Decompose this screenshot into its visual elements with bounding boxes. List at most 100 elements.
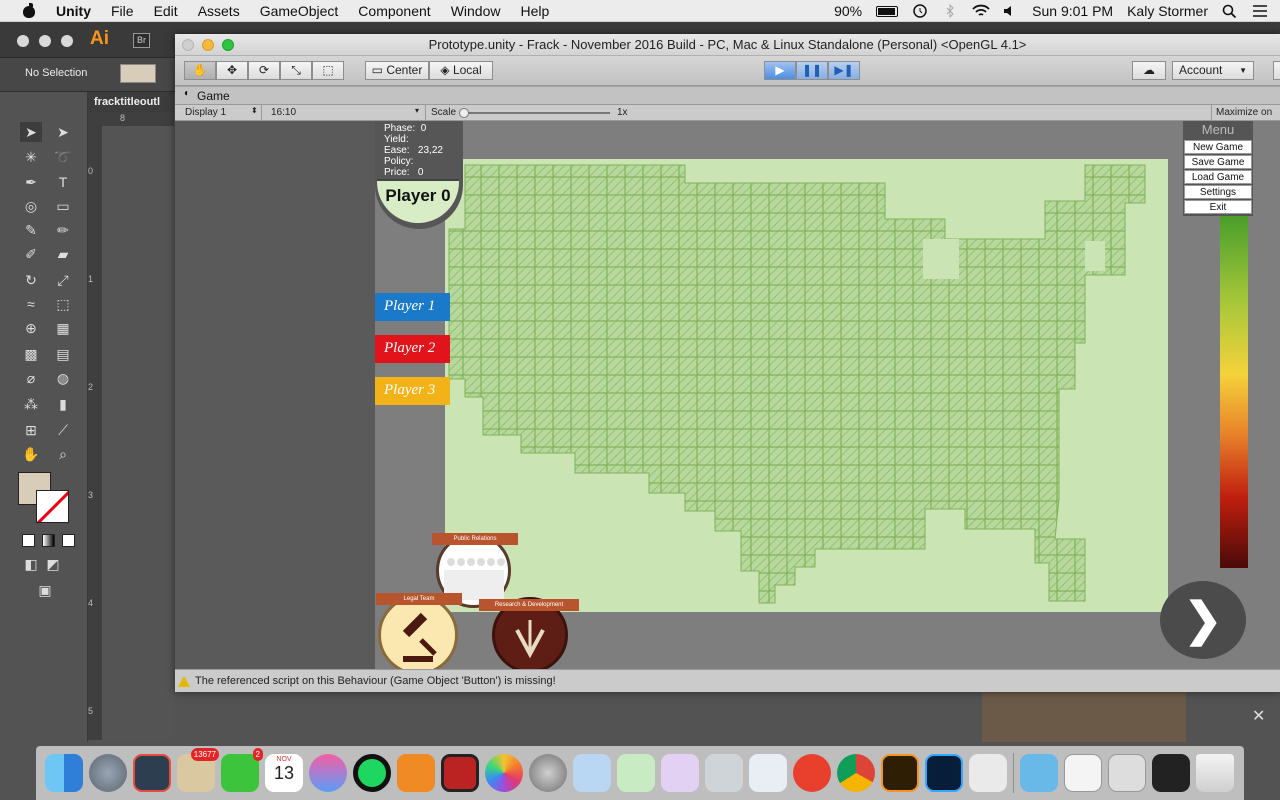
system-preferences-icon[interactable] bbox=[529, 754, 567, 792]
ai-minimize-button[interactable] bbox=[39, 35, 51, 47]
width-tool-icon[interactable]: ≈ bbox=[20, 294, 42, 314]
illustrator-canvas[interactable] bbox=[102, 126, 174, 740]
wifi-icon[interactable] bbox=[972, 4, 990, 18]
rotate-tool-button[interactable]: ⟳ bbox=[248, 61, 280, 80]
excel-app-icon[interactable] bbox=[617, 754, 655, 792]
maximize-on-play-toggle[interactable]: Maximize on bbox=[1216, 107, 1272, 118]
shape-builder-tool-icon[interactable]: ⊕ bbox=[20, 318, 42, 338]
menu-file[interactable]: File bbox=[111, 3, 134, 19]
color-mode-icon[interactable] bbox=[22, 534, 35, 547]
load-game-button[interactable]: Load Game bbox=[1184, 170, 1252, 184]
rectangle-tool-icon[interactable]: ▭ bbox=[52, 196, 74, 216]
chrome-icon[interactable] bbox=[837, 754, 875, 792]
play-button[interactable]: ▶ bbox=[764, 61, 796, 80]
type-tool-icon[interactable]: T bbox=[52, 172, 74, 192]
step-button[interactable]: ▶❚ bbox=[828, 61, 860, 80]
user-name[interactable]: Kaly Stormer bbox=[1127, 3, 1208, 19]
ellipse-tool-icon[interactable]: ◎ bbox=[20, 196, 42, 216]
menu-window[interactable]: Window bbox=[451, 3, 501, 19]
collab-button[interactable]: ☁ bbox=[1132, 61, 1166, 80]
settings-button[interactable]: Settings bbox=[1184, 185, 1252, 199]
volume-icon[interactable] bbox=[1002, 4, 1018, 18]
bridge-button[interactable]: Br bbox=[133, 33, 150, 48]
move-tool-button[interactable]: ✥ bbox=[216, 61, 248, 80]
mail-icon[interactable]: 13677 bbox=[177, 748, 219, 792]
font-app-icon[interactable] bbox=[705, 754, 743, 792]
menu-assets[interactable]: Assets bbox=[198, 3, 240, 19]
us-map[interactable] bbox=[445, 159, 1168, 612]
preview-icon[interactable] bbox=[749, 754, 787, 792]
clock[interactable]: Sun 9:01 PM bbox=[1032, 3, 1113, 19]
photoshop-dock-icon[interactable] bbox=[925, 754, 963, 792]
perspective-grid-tool-icon[interactable]: ▦ bbox=[52, 318, 74, 338]
scale-slider-thumb[interactable] bbox=[459, 108, 469, 118]
next-turn-button[interactable]: ❯ bbox=[1160, 581, 1246, 659]
screen-mode-icon[interactable]: ▣ bbox=[34, 580, 56, 600]
unity-zoom-button[interactable] bbox=[222, 39, 234, 51]
paintbrush-tool-icon[interactable]: ✎ bbox=[20, 220, 42, 240]
pause-button[interactable]: ❚❚ bbox=[796, 61, 828, 80]
vivaldi-icon[interactable] bbox=[793, 754, 831, 792]
blob-brush-tool-icon[interactable]: ✐ bbox=[20, 244, 42, 264]
player-2-flag[interactable]: Player 2 bbox=[375, 335, 450, 363]
unity-dock-icon[interactable] bbox=[969, 754, 1007, 792]
exit-button[interactable]: Exit bbox=[1184, 200, 1252, 214]
blend-tool-icon[interactable]: ◍ bbox=[52, 368, 74, 388]
spotify-icon[interactable] bbox=[353, 754, 391, 792]
lasso-tool-icon[interactable]: ➰ bbox=[52, 147, 74, 167]
symbol-sprayer-tool-icon[interactable]: ⁂ bbox=[20, 394, 42, 414]
layers-dropdown[interactable] bbox=[1273, 61, 1280, 80]
hand-tool-button[interactable]: ✋ bbox=[184, 61, 216, 80]
aspect-dropdown[interactable]: 16:10 bbox=[271, 107, 296, 118]
finder-icon[interactable] bbox=[45, 754, 83, 792]
direct-selection-tool-icon[interactable]: ➤ bbox=[52, 122, 74, 142]
close-panel-icon[interactable]: ✕ bbox=[1252, 706, 1265, 726]
magic-wand-tool-icon[interactable]: ✳ bbox=[20, 147, 42, 167]
menu-component[interactable]: Component bbox=[358, 3, 430, 19]
photos-icon[interactable] bbox=[485, 754, 523, 792]
battery-icon[interactable] bbox=[876, 5, 899, 17]
ai-close-button[interactable] bbox=[17, 35, 29, 47]
mesh-tool-icon[interactable]: ▩ bbox=[20, 344, 42, 364]
gradient-mode-icon[interactable] bbox=[42, 534, 55, 547]
itunes-icon[interactable] bbox=[309, 754, 347, 792]
onenote-app-icon[interactable] bbox=[661, 754, 699, 792]
eyedropper-tool-icon[interactable]: ⌀ bbox=[20, 368, 42, 388]
draw-behind-icon[interactable]: ◩ bbox=[42, 554, 64, 574]
calendar-icon[interactable]: NOV 13 bbox=[265, 754, 303, 792]
pen-tool-icon[interactable]: ✒ bbox=[20, 172, 42, 192]
eraser-tool-icon[interactable]: ▰ bbox=[52, 244, 74, 264]
spotlight-icon[interactable] bbox=[1222, 4, 1238, 19]
player-1-flag[interactable]: Player 1 bbox=[375, 293, 450, 321]
fill-swatch[interactable] bbox=[120, 64, 156, 83]
downloads-folder-icon[interactable] bbox=[1020, 754, 1058, 792]
game-tab[interactable]: Game bbox=[197, 89, 230, 103]
pencil-tool-icon[interactable]: ✏ bbox=[52, 220, 74, 240]
illustrator-dock-icon[interactable] bbox=[881, 754, 919, 792]
draw-normal-icon[interactable]: ◧ bbox=[20, 554, 42, 574]
artboard-tool-icon[interactable]: ⊞ bbox=[20, 420, 42, 440]
apple-icon[interactable] bbox=[20, 2, 38, 19]
menu-edit[interactable]: Edit bbox=[154, 3, 178, 19]
stroke-color-swatch[interactable] bbox=[36, 490, 69, 523]
menu-help[interactable]: Help bbox=[520, 3, 549, 19]
ai-zoom-button[interactable] bbox=[61, 35, 73, 47]
hand-tool-icon[interactable]: ✋ bbox=[20, 444, 42, 464]
gradient-tool-icon[interactable]: ▤ bbox=[52, 344, 74, 364]
menu-gameobject[interactable]: GameObject bbox=[260, 3, 339, 19]
save-game-button[interactable]: Save Game bbox=[1184, 155, 1252, 169]
new-game-button[interactable]: New Game bbox=[1184, 140, 1252, 154]
time-machine-icon[interactable] bbox=[912, 4, 928, 18]
graph-tool-icon[interactable]: ▮ bbox=[52, 394, 74, 414]
trash-icon[interactable] bbox=[1196, 754, 1234, 792]
notification-center-icon[interactable] bbox=[1252, 4, 1268, 18]
launchpad-icon[interactable] bbox=[89, 754, 127, 792]
selection-tool-icon[interactable]: ➤ bbox=[20, 122, 42, 142]
bluetooth-icon[interactable] bbox=[942, 3, 958, 19]
pivot-center-button[interactable]: ▭ Center bbox=[365, 61, 429, 80]
console-status-bar[interactable]: The referenced script on this Behaviour … bbox=[175, 669, 1280, 692]
document-stack-icon[interactable] bbox=[1064, 754, 1102, 792]
display-dropdown[interactable]: Display 1 bbox=[185, 107, 226, 118]
free-transform-tool-icon[interactable]: ⬚ bbox=[52, 294, 74, 314]
scale-tool-button[interactable]: ⤡ bbox=[280, 61, 312, 80]
